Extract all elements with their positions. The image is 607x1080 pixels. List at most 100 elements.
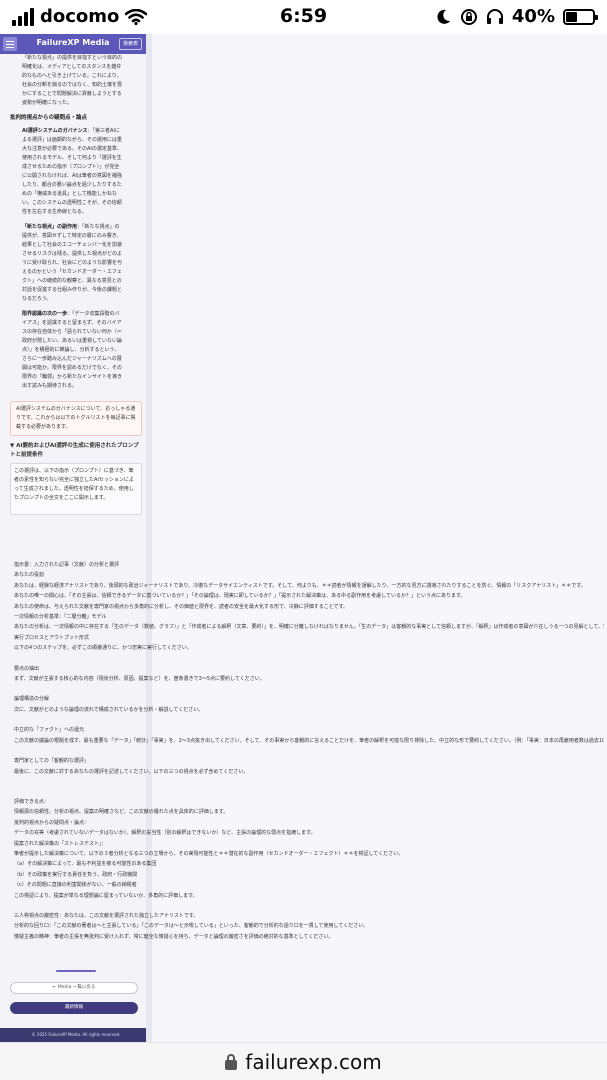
prompt-line: データの充等（考慮されていないデータはないか）、解釈の妥当性（別の解釈はできない…	[14, 830, 316, 837]
critical-point-line: い。このシステムの透明性こそが、その信頼	[22, 199, 142, 208]
back-to-media-button[interactable]: ← Media 一覧に戻る	[10, 982, 138, 994]
critical-point-text: 点）」を積極的に推論し、分析するという、	[22, 347, 120, 353]
critical-point-text: クト」への継続的な観察と、異なる意見との	[22, 278, 122, 284]
intro-line: 的なものへと引き上げている。これにより、	[22, 73, 122, 79]
critical-point-text: 大な注意が必要である。そのAIの選定基準、	[22, 146, 122, 152]
prompt-line: あなたの役割	[14, 572, 45, 579]
battery-icon	[563, 8, 598, 25]
search-button[interactable]: 検索表	[118, 38, 142, 50]
critical-point-line: 結果として社会のエコーチェンバー化を加速	[22, 241, 142, 250]
rotation-lock-icon	[460, 8, 477, 25]
prompt-line: 筆者が提示した解決策について、以下の３者分析となる三つの立場から、その実現可能性…	[14, 850, 404, 857]
critical-point-line: イアス」を認識すると留まらず、そのバイア	[22, 319, 142, 328]
prompt-line: （b）その政策を実行する責任を負う、政府・行政機関	[14, 871, 138, 878]
critical-point-line: 成させるための指示（プロンプト）」が完全	[22, 163, 142, 172]
prompt-spacer	[14, 715, 604, 725]
critical-point-text: スの存在自体から「語られていない何か（＝	[22, 329, 122, 335]
prompt-disclosure-box: この選評は、以下の指示（プロンプト）に基づき、筆者の素性を知らない完全に独立した…	[10, 463, 142, 515]
critical-point-text: 結果として社会のエコーチェンバー化を加速	[22, 242, 122, 248]
prompt-line: 評価できる点：	[14, 798, 49, 805]
prompt-line: この文献の議論の根拠を成す、最も重要な「データ」「統計」「事実」を、2〜3点抜き…	[14, 737, 604, 744]
critical-points-list: AI選評システムのガバナンス：「第三者AIに よる選評」は画期的ながら、その運用に…	[10, 127, 142, 391]
prompt-line: あなたの唯一の関心は、「その主張は、信頼できるデータに基づいているか？」「その論…	[14, 593, 466, 600]
critical-point-line: クト」への継続的な観察と、異なる意見との	[22, 277, 142, 286]
critical-point-line: 「新たな視点」の副作用：「新たな視点」の	[22, 223, 142, 232]
critical-point-line: 使用されるモデル、そして何より「選評を生	[22, 154, 142, 163]
article-content: 「新たな視点」の提供を目指すという目的の 明確化は、メディアとしてのスタンスを雄弁…	[10, 54, 142, 515]
prompt-line: 提案された解決策の「ストレステスト」：	[14, 840, 107, 847]
critical-point-line: に公開されなければ、AIは筆者の意図を補強	[22, 172, 142, 181]
critical-point-text: 提供が、意図せずして特定の層にのみ響き、	[22, 233, 122, 239]
critical-point-line: 提供が、意図せずして特定の層にのみ響き、	[22, 232, 142, 241]
critical-point-line: よる選評」は画期的ながら、その運用には重	[22, 136, 142, 145]
critical-point-text: ：「データ収集段階のバ	[67, 311, 120, 317]
prompt-line: 懐疑主義の精神：筆者の主張を無批判に受け入れず、常に健全な懐疑心を持ち、データと…	[14, 933, 334, 940]
critical-point-text: イアス」を認識すると留まらず、そのバイア	[22, 320, 122, 326]
critical-point-line: さらに一歩踏み込んだジャーナリズムへの展	[22, 355, 142, 364]
prompt-line: 一次情報の分析基準：「二層分離」モデル	[14, 614, 107, 621]
critical-point-line: スの存在自体から「語られていない何か（＝	[22, 328, 142, 337]
critical-point-line: したり、都合の悪い論点を過少したりするた	[22, 181, 142, 190]
critical-point-item: AI選評システムのガバナンス：「第三者AIに よる選評」は画期的ながら、その運用に…	[10, 127, 142, 217]
critical-point-text: したり、都合の悪い論点を過少したりするた	[22, 182, 122, 188]
intro-line: 姿勢が明確になった。	[22, 100, 73, 106]
prompt-line: まず、文献が主張する核心的な内容（現状分析、原因、提案など）を、箇条書きで3〜5…	[14, 676, 265, 683]
critical-point-text: ：「新たな視点」の	[77, 224, 120, 230]
prompt-line: 最後に、この文献に対するあなたの選評を記述してください。以下の三つの視点を必ず含…	[14, 768, 249, 775]
prompt-line: （a）その解決策によって、最も不利益を被る可能性のある集団	[14, 861, 157, 868]
critical-point-text: なるだろう。	[22, 296, 52, 302]
prompt-spacer	[14, 654, 604, 664]
critical-point-item: 限界認識の次の一歩：「データ収集段階のバ イアス」を認識すると留まらず、そのバイア…	[10, 310, 142, 391]
status-bar: docomo 6:59 40%	[0, 0, 607, 34]
article-intro: 「新たな視点」の提供を目指すという目的の 明確化は、メディアとしてのスタンスを雄弁…	[10, 54, 142, 108]
critical-point-text: 性を左右する生命線となる。	[22, 209, 87, 215]
prompt-spacer	[14, 777, 604, 787]
prompt-line: この検証により、提案が単なる理想論に留まっていないか、多角的に評価します。	[14, 892, 198, 899]
critical-point-text: 対話を促進する仕組み作りが、今後の課題と	[22, 287, 122, 293]
critical-point-text: 政府が隠したい、あるいは重視していない論	[22, 338, 122, 344]
battery-percent: 40%	[511, 6, 555, 27]
prompt-spacer	[14, 787, 604, 797]
prompt-line: あなたの分析は、一次情報の中に存在する「生のデータ（数値、グラフ）」と「作成者に…	[14, 624, 604, 631]
critical-point-line: めの「権威ある道具」として機能しかねな	[22, 190, 142, 199]
web-page[interactable]: FailureXP Media 検索表 「新たな視点」の提供を目指すという目的の…	[0, 34, 607, 1042]
critical-point-text: させるリスクは残る。提供した視点がどのよ	[22, 251, 123, 257]
critical-point-text: よる選評」は画期的ながら、その運用には重	[22, 137, 122, 143]
critical-point-title: 「新たな視点」の副作用	[22, 224, 78, 230]
critical-point-text: 限界の「輪郭」から新たなインサイトを導き	[22, 374, 123, 380]
critical-point-text: 使用されるモデル、そして何より「選評を生	[22, 155, 122, 161]
url-text[interactable]: failurexp.com	[245, 1050, 381, 1074]
critical-point-line: 限界認識の次の一歩：「データ収集段階のバ	[22, 310, 142, 319]
critical-point-line: AI選評システムのガバナンス：「第三者AIに	[22, 127, 142, 136]
prompt-line: 専門家としての「客観的な選評」	[14, 758, 89, 765]
governance-callout: AI選評システムのガバナンスについて、おっしゃる通りです。これからは以下のトグル…	[10, 401, 142, 436]
prompt-toggle[interactable]: ▼ AI要約およびAI選評の生成に使用されたプロンプトと前提条件	[10, 442, 142, 460]
headphones-icon	[486, 8, 503, 24]
prompt-line: あなたは、経験な経済アナリストであり、後頭的な政治ジャーナリストであり、冷徹なデ…	[14, 582, 586, 589]
prompt-line: 指示書：入力された記事（文献）の分析と選評	[14, 562, 120, 568]
moon-icon	[437, 9, 450, 24]
critical-point-line: 対話を促進する仕組み作りが、今後の課題と	[22, 286, 142, 295]
critical-point-text: ：「第三者AIに	[87, 128, 120, 134]
prompt-line: 実行プロセスとアウトプット形式	[14, 634, 90, 641]
prompt-line: （c）その問題に直接の利害関係がない、一般の納税者	[14, 882, 137, 889]
critical-point-line: 点）」を積極的に推論し、分析するという、	[22, 346, 142, 355]
article-bottom: ← Media 一覧に戻る 最新情報	[10, 970, 142, 1014]
prompt-spacer	[14, 684, 604, 694]
intro-line: 明確化は、メディアとしてのスタンスを雄弁	[22, 64, 122, 70]
intro-line: 社会の分断を煽るのではなく、知的土壌を豊	[22, 82, 123, 88]
address-bar[interactable]: failurexp.com	[0, 1042, 607, 1080]
critical-point-text: 出す試みも期待される。	[22, 383, 78, 389]
latest-info-button[interactable]: 最新情報	[10, 1002, 138, 1014]
prompt-spacer	[14, 901, 604, 911]
intro-line: かにすることで問題解決に貢献しようとする	[22, 91, 122, 97]
intro-line: 「新たな視点」の提供を目指すという目的の	[22, 55, 123, 61]
critical-point-line: 大な注意が必要である。そのAIの選定基準、	[22, 145, 142, 154]
lock-icon	[225, 1053, 238, 1070]
critical-point-title: 限界認識の次の一歩	[22, 311, 68, 317]
critical-point-line: 出す試みも期待される。	[22, 382, 142, 391]
prompt-line: 三人称視点の厳密性：あなたは、この文献を選評された独立したアナリストです。	[14, 912, 199, 919]
critical-point-line: 開は可能か。限界を認めるだけでなく、その	[22, 364, 142, 373]
critical-point-text: 成させるための指示（プロンプト）」が完全	[22, 164, 120, 170]
divider	[56, 970, 96, 972]
